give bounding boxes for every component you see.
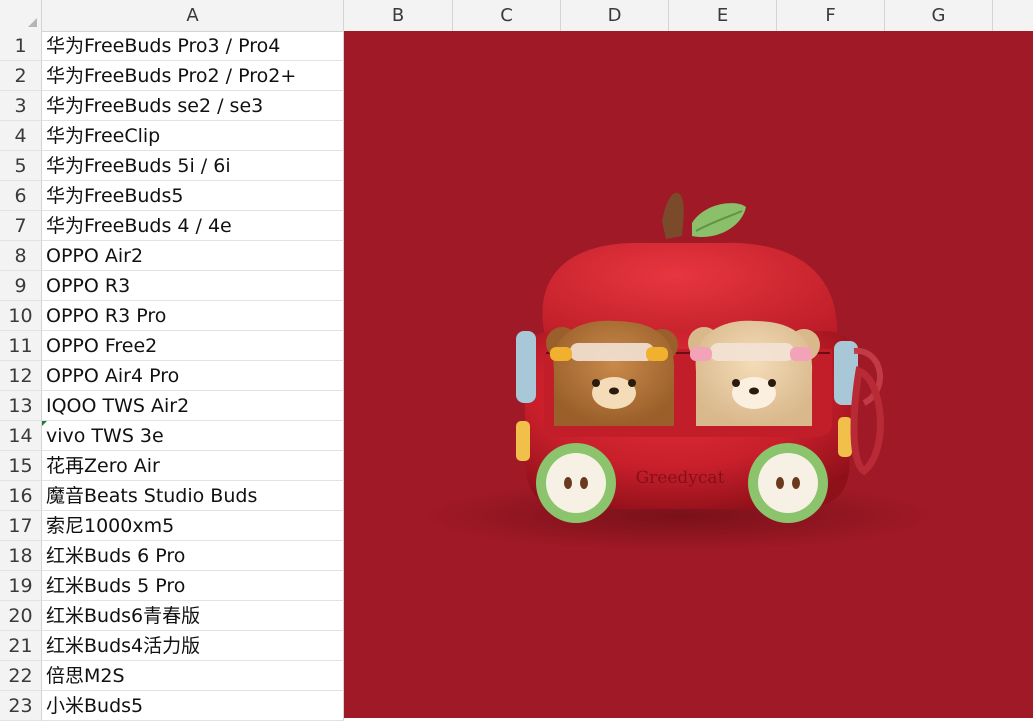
cell-text: 红米Buds6青春版 — [46, 605, 201, 627]
cell-text: 红米Buds 5 Pro — [46, 575, 186, 597]
spreadsheet: A B C D E F G 1 华为FreeBuds Pro3 / Pro4 2 华为… — [0, 0, 1033, 721]
select-all-corner[interactable] — [0, 0, 42, 31]
cell-a[interactable]: 华为FreeBuds Pro2 / Pro2+ — [42, 61, 344, 91]
column-header-e[interactable]: E — [669, 0, 777, 31]
row-number[interactable]: 5 — [0, 151, 42, 181]
cell-a[interactable]: 华为FreeClip — [42, 121, 344, 151]
row-number[interactable]: 16 — [0, 481, 42, 511]
row-number[interactable]: 10 — [0, 301, 42, 331]
cell-text: OPPO R3 — [46, 275, 131, 297]
cell-text: OPPO R3 Pro — [46, 305, 167, 327]
cell-text: 华为FreeBuds se2 / se3 — [46, 95, 264, 117]
column-header-d[interactable]: D — [561, 0, 669, 31]
cell-text: 华为FreeBuds Pro2 / Pro2+ — [46, 65, 297, 87]
cell-a[interactable]: OPPO Air2 — [42, 241, 344, 271]
cell-a[interactable]: 红米Buds 5 Pro — [42, 571, 344, 601]
cell-a[interactable]: 华为FreeBuds5 — [42, 181, 344, 211]
row-number[interactable]: 15 — [0, 451, 42, 481]
row-number[interactable]: 19 — [0, 571, 42, 601]
cell-a[interactable]: OPPO R3 — [42, 271, 344, 301]
column-header-a[interactable]: A — [42, 0, 344, 31]
select-all-triangle-icon — [28, 18, 37, 27]
cell-text: 倍思M2S — [46, 665, 125, 687]
cell-a[interactable]: 红米Buds 6 Pro — [42, 541, 344, 571]
cell-a[interactable]: 华为FreeBuds 4 / 4e — [42, 211, 344, 241]
cell-a[interactable]: 华为FreeBuds se2 / se3 — [42, 91, 344, 121]
cell-a[interactable]: 小米Buds5 — [42, 691, 344, 721]
cell-a[interactable]: OPPO Air4 Pro — [42, 361, 344, 391]
cell-text: 华为FreeBuds 4 / 4e — [46, 215, 232, 237]
row-number[interactable]: 17 — [0, 511, 42, 541]
cell-a[interactable]: OPPO Free2 — [42, 331, 344, 361]
row-number[interactable]: 7 — [0, 211, 42, 241]
cell-a[interactable]: 华为FreeBuds 5i / 6i — [42, 151, 344, 181]
row-number[interactable]: 20 — [0, 601, 42, 631]
cell-a[interactable]: 魔音Beats Studio Buds — [42, 481, 344, 511]
cell-a[interactable]: OPPO R3 Pro — [42, 301, 344, 331]
column-header-b[interactable]: B — [344, 0, 453, 31]
cell-a[interactable]: 花再Zero Air — [42, 451, 344, 481]
cell-a[interactable]: 索尼1000xm5 — [42, 511, 344, 541]
cell-a[interactable]: IQOO TWS Air2 — [42, 391, 344, 421]
row-number[interactable]: 2 — [0, 61, 42, 91]
cell-text: 索尼1000xm5 — [46, 515, 175, 537]
row-number[interactable]: 18 — [0, 541, 42, 571]
cell-text: OPPO Air4 Pro — [46, 365, 180, 387]
brand-text: Greedycat — [636, 468, 725, 488]
cell-text: 红米Buds 6 Pro — [46, 545, 186, 567]
cell-a[interactable]: 红米Buds4活力版 — [42, 631, 344, 661]
row-number[interactable]: 22 — [0, 661, 42, 691]
column-header-row: A B C D E F G — [0, 0, 1033, 32]
product-image[interactable]: Greedycat — [344, 31, 1033, 718]
apple-bus-earbuds-case-illustration: Greedycat — [419, 192, 939, 551]
row-number[interactable]: 4 — [0, 121, 42, 151]
row-number[interactable]: 14 — [0, 421, 42, 451]
column-header-c[interactable]: C — [453, 0, 561, 31]
cell-text: 华为FreeBuds5 — [46, 185, 184, 207]
cell-text: vivo TWS 3e — [46, 425, 164, 447]
cell-text: 华为FreeClip — [46, 125, 161, 147]
cell-text: OPPO Free2 — [46, 335, 158, 357]
row-number[interactable]: 3 — [0, 91, 42, 121]
row-number[interactable]: 12 — [0, 361, 42, 391]
row-number[interactable]: 11 — [0, 331, 42, 361]
column-header-g[interactable]: G — [885, 0, 993, 31]
row-number[interactable]: 21 — [0, 631, 42, 661]
cell-text: 华为FreeBuds Pro3 / Pro4 — [46, 35, 281, 57]
cell-text: 华为FreeBuds 5i / 6i — [46, 155, 231, 177]
cell-a[interactable]: 倍思M2S — [42, 661, 344, 691]
cell-a[interactable]: 红米Buds6青春版 — [42, 601, 344, 631]
cell-text: OPPO Air2 — [46, 245, 144, 267]
row-number[interactable]: 23 — [0, 691, 42, 721]
cell-text: 红米Buds4活力版 — [46, 635, 201, 657]
row-number[interactable]: 13 — [0, 391, 42, 421]
row-number[interactable]: 9 — [0, 271, 42, 301]
row-number[interactable]: 1 — [0, 31, 42, 61]
column-header-f[interactable]: F — [777, 0, 885, 31]
cell-a[interactable]: 华为FreeBuds Pro3 / Pro4 — [42, 31, 344, 61]
row-number[interactable]: 8 — [0, 241, 42, 271]
cell-a[interactable]: vivo TWS 3e — [42, 421, 344, 451]
cell-text: IQOO TWS Air2 — [46, 395, 190, 417]
error-indicator-icon — [42, 421, 47, 426]
cell-text: 花再Zero Air — [46, 455, 160, 477]
cell-text: 魔音Beats Studio Buds — [46, 485, 258, 507]
row-number[interactable]: 6 — [0, 181, 42, 211]
cell-text: 小米Buds5 — [46, 695, 144, 717]
